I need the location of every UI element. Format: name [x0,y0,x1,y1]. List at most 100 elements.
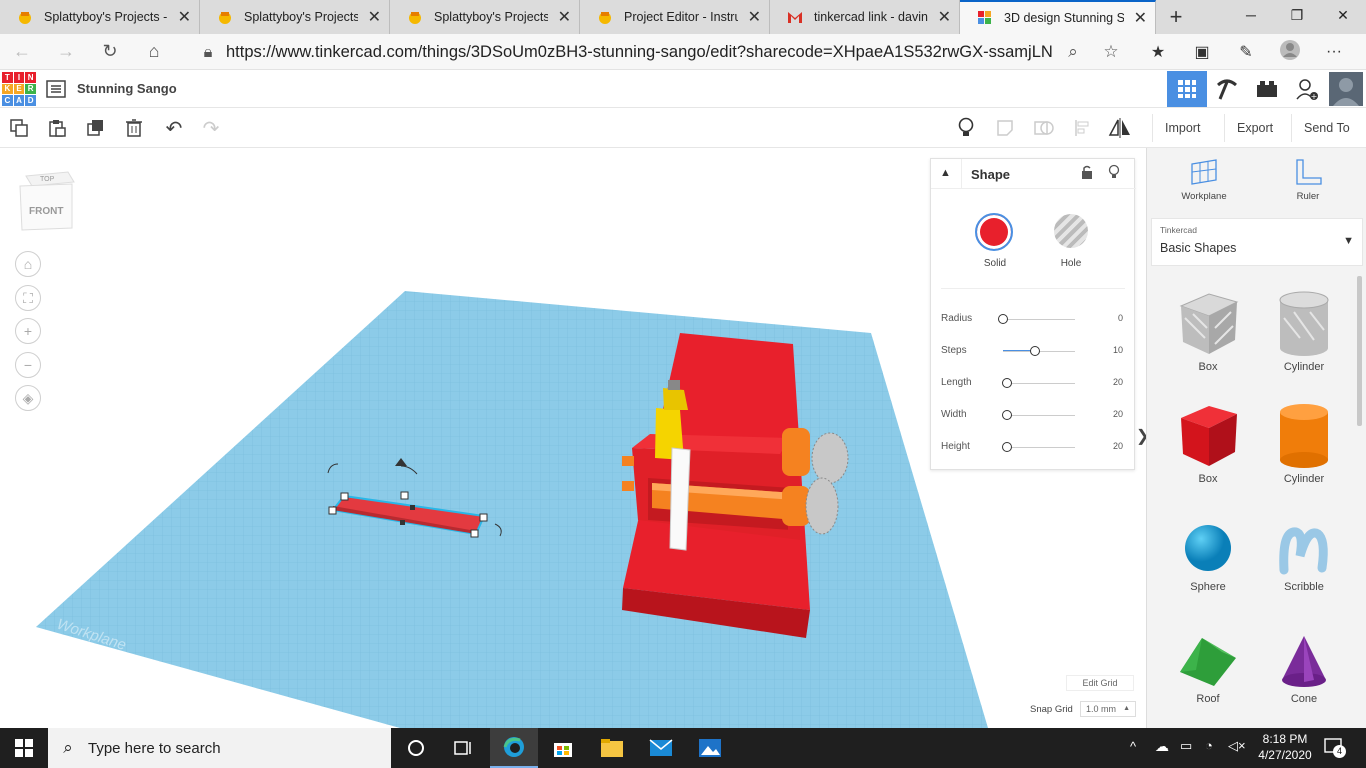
perspective-icon[interactable]: ◈ [15,385,41,411]
close-tab-icon[interactable]: ✕ [938,7,951,27]
param-value[interactable]: 20 [1113,409,1123,419]
shape-cylinder[interactable]: Cylinder [1259,400,1349,485]
edit-grid-button[interactable]: Edit Grid [1066,675,1134,691]
shape-roof[interactable]: Roof [1163,632,1253,705]
shape-scribble[interactable]: Scribble [1259,520,1349,593]
light-icon[interactable] [1108,164,1120,185]
new-tab-button[interactable]: + [1156,0,1196,34]
user-avatar[interactable] [1327,71,1365,107]
param-slider-track[interactable] [1003,447,1075,448]
forward-icon[interactable]: → [44,41,88,62]
url-field[interactable]: 🔒︎ https://www.tinkercad.com/things/3DSo… [190,38,1130,66]
shape-cylinder-hole[interactable]: Cylinder [1259,288,1349,373]
restore-icon[interactable]: ❐ [1274,0,1320,30]
shape-sphere[interactable]: Sphere [1163,520,1253,593]
more-icon[interactable]: ··· [1312,43,1356,61]
3d-workspace[interactable]: Workplane TOP FRONT ⌂ ⛶ + − ◈ ▲ Shape So… [0,148,1146,728]
clock[interactable]: 8:18 PM 4/27/2020 [1252,731,1318,763]
duplicate-icon[interactable] [83,116,109,140]
back-icon[interactable]: ← [0,41,44,62]
lock-icon[interactable] [1081,165,1093,184]
zoom-out-icon[interactable]: − [15,352,41,378]
browser-tab[interactable]: tinkercad link - davinfis ✕ [770,0,960,34]
close-tab-icon[interactable]: ✕ [1134,8,1147,28]
close-window-icon[interactable]: ✕ [1320,0,1366,30]
windows-start-icon[interactable] [0,728,48,768]
view-cube-front[interactable]: FRONT [29,206,63,217]
undo-icon[interactable]: ↶ [161,116,187,140]
close-tab-icon[interactable]: ✕ [748,7,761,27]
param-slider-knob[interactable] [1030,346,1041,356]
param-value[interactable]: 20 [1113,441,1123,451]
edge-icon[interactable] [490,728,538,768]
browser-tab[interactable]: Splattyboy's Projects - I ✕ [200,0,390,34]
mirror-icon[interactable] [1107,116,1133,140]
shape-library-select[interactable]: Tinkercad Basic Shapes ▼ [1151,218,1363,266]
volume-mute-icon[interactable]: ◁× [1228,738,1246,754]
fit-view-icon[interactable]: ⛶ [15,285,41,311]
3d-view-button[interactable] [1167,71,1207,107]
shape-cone[interactable]: Cone [1259,632,1349,705]
tinkercad-logo[interactable]: TIN KER CAD [2,72,36,106]
solid-color-button[interactable] [975,213,1013,251]
wifi-icon[interactable]: ◔ [1205,738,1213,753]
photos-icon[interactable] [686,728,734,768]
close-tab-icon[interactable]: ✕ [368,7,381,27]
snap-grid-select[interactable]: 1.0 mm ▲ [1080,701,1136,717]
param-value[interactable]: 0 [1118,313,1123,323]
collapse-icon[interactable]: ▲ [940,167,951,179]
bricks-icon[interactable] [1247,71,1287,107]
mail-icon[interactable] [637,728,685,768]
browser-tab[interactable]: Splattyboy's Projects - I ✕ [0,0,200,34]
param-slider-knob[interactable] [1001,442,1012,452]
param-slider-knob[interactable] [1001,378,1012,388]
battery-icon[interactable]: ▭ [1180,738,1192,754]
feedback-icon[interactable]: ✎ [1224,42,1268,62]
lightbulb-icon[interactable] [953,116,979,140]
delete-icon[interactable] [121,116,147,140]
export-button[interactable]: Export [1224,114,1285,142]
view-cube-top[interactable]: TOP [40,176,54,183]
favorite-star-icon[interactable]: ☆ [1092,42,1130,62]
onedrive-icon[interactable]: ☁ [1155,738,1169,755]
taskbar-search[interactable]: ⌕ Type here to search [48,728,391,768]
collections-icon[interactable]: ▣ [1180,42,1224,62]
design-title[interactable]: Stunning Sango [77,81,177,96]
zoom-in-icon[interactable]: + [15,318,41,344]
profile-icon[interactable] [1268,39,1312,66]
browser-tab[interactable]: Splattyboy's Projects - I ✕ [390,0,580,34]
browser-tab[interactable]: Project Editor - Instruct ✕ [580,0,770,34]
paste-icon[interactable] [44,116,70,140]
close-tab-icon[interactable]: ✕ [178,7,191,27]
param-slider-track[interactable] [1003,319,1075,320]
param-slider-knob[interactable] [1001,410,1012,420]
param-slider-track[interactable] [1003,383,1075,384]
param-slider-track[interactable] [1003,415,1075,416]
task-view-icon[interactable] [440,728,488,768]
add-user-icon[interactable]: + [1287,71,1327,107]
shape-box-hole[interactable]: Box [1163,288,1253,373]
align-icon[interactable] [1070,116,1096,140]
minimize-icon[interactable]: ─ [1228,0,1274,30]
copy-icon[interactable] [6,116,32,140]
expand-panel-icon[interactable]: ❯ [1136,426,1146,446]
redo-icon[interactable]: ↷ [198,116,224,140]
close-tab-icon[interactable]: ✕ [558,7,571,27]
scrollbar[interactable] [1357,276,1362,426]
ruler-tool[interactable]: Ruler [1275,158,1341,202]
param-value[interactable]: 10 [1113,345,1123,355]
browser-tab-active[interactable]: 3D design Stunning Sar ✕ [960,0,1156,34]
home-icon[interactable]: ⌂ [132,41,176,62]
workplane-tool[interactable]: Workplane [1169,158,1239,202]
file-explorer-icon[interactable] [588,728,636,768]
shape-box[interactable]: Box [1163,400,1253,485]
store-icon[interactable] [539,728,587,768]
notifications-icon[interactable]: 4 [1324,737,1346,758]
send-to-button[interactable]: Send To [1291,114,1362,142]
import-button[interactable]: Import [1152,114,1212,142]
favorites-icon[interactable]: ★ [1136,42,1180,62]
cortana-icon[interactable] [392,728,440,768]
note-icon[interactable] [992,116,1018,140]
view-cube[interactable]: TOP FRONT [18,168,76,231]
hole-button[interactable] [1054,214,1088,248]
